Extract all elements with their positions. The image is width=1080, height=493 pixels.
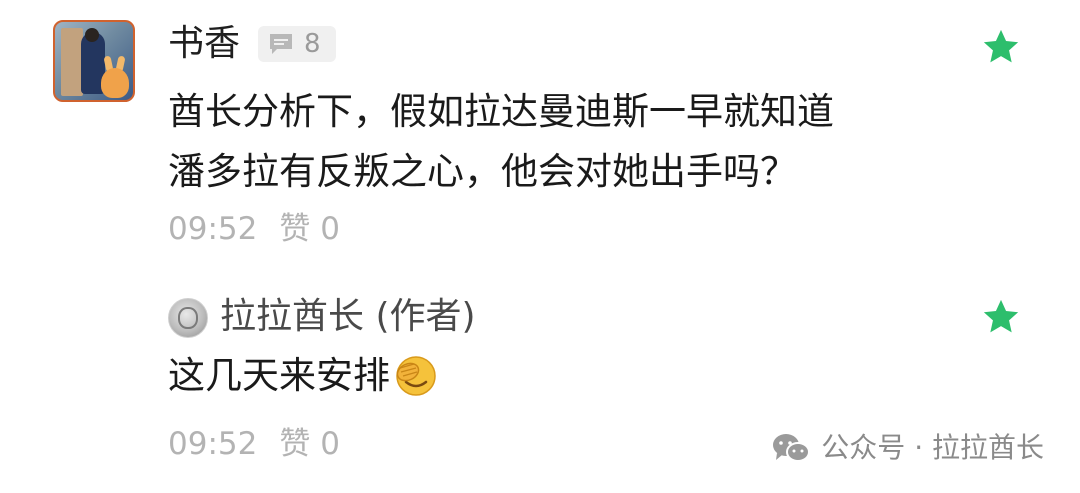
comment-time: 09:52	[168, 211, 258, 247]
watermark: 公众号 · 拉拉酋长	[771, 428, 1044, 468]
facepalm-emoji	[396, 356, 436, 396]
reply-count-badge[interactable]: 8	[258, 26, 336, 62]
star-icon[interactable]	[980, 296, 1022, 338]
comment-author[interactable]: 书香	[168, 20, 240, 68]
comment-meta: 09:52 赞 0	[168, 424, 340, 464]
comment-time: 09:52	[168, 426, 258, 462]
comment-content: 这几天来安排	[168, 348, 438, 404]
avatar-art	[61, 28, 83, 96]
avatar-art	[85, 28, 99, 42]
avatar[interactable]	[53, 20, 135, 102]
comment-author[interactable]: 拉拉酋长 (作者)	[220, 293, 476, 341]
comment-content: 酋长分析下，假如拉达曼迪斯一早就知道 潘多拉有反叛之心，他会对她出手吗？	[168, 90, 834, 193]
reply-count: 8	[304, 29, 321, 59]
comment-icon	[270, 34, 292, 54]
avatar[interactable]	[168, 298, 208, 338]
watermark-text: 公众号 · 拉拉酋长	[821, 431, 1044, 464]
like-button[interactable]: 赞 0	[279, 424, 340, 464]
star-icon[interactable]	[980, 26, 1022, 68]
comment-meta: 09:52 赞 0	[168, 209, 340, 249]
avatar-art	[101, 68, 129, 98]
like-button[interactable]: 赞 0	[279, 209, 340, 249]
comment-text: 这几天来安排	[168, 354, 390, 397]
wechat-icon	[773, 434, 811, 462]
